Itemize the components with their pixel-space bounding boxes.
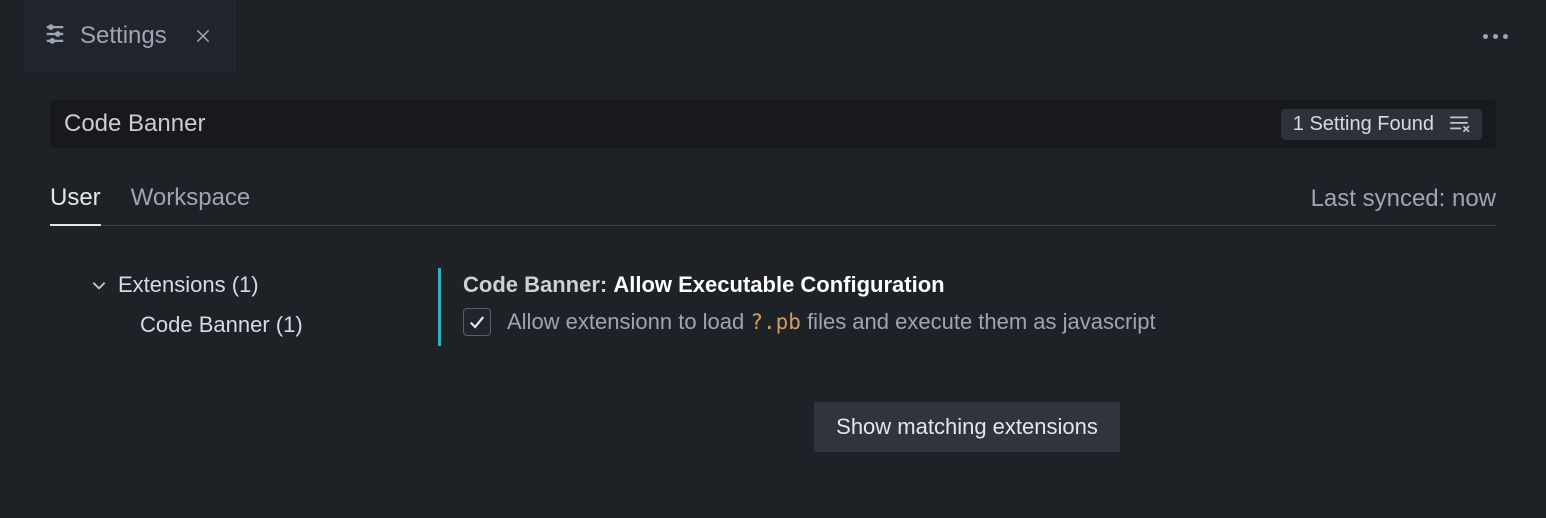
settings-content: 1 Setting Found User Workspace Last sync…	[0, 72, 1546, 452]
settings-list-icon	[44, 23, 66, 50]
setting-checkbox[interactable]	[463, 308, 491, 336]
tree-label: Extensions (1)	[118, 272, 259, 298]
scope-row: User Workspace Last synced: now	[50, 184, 1496, 226]
setting-description: Allow extensionn to load ?.pb files and …	[507, 309, 1156, 335]
close-icon[interactable]	[189, 22, 217, 50]
setting-title: Code Banner: Allow Executable Configurat…	[463, 272, 1496, 298]
settings-search-input[interactable]	[64, 110, 1281, 138]
check-icon	[467, 312, 487, 332]
scope-tab-workspace[interactable]: Workspace	[131, 184, 251, 225]
sync-status: Last synced: now	[1311, 185, 1496, 225]
tree-item-code-banner[interactable]: Code Banner (1)	[90, 302, 438, 344]
show-matching-extensions-button[interactable]: Show matching extensions	[814, 402, 1120, 452]
setting-item: Code Banner: Allow Executable Configurat…	[438, 268, 1496, 346]
code-token: ?.pb	[750, 310, 801, 334]
tree-item-extensions[interactable]: Extensions (1)	[90, 268, 438, 302]
results-badge: 1 Setting Found	[1281, 109, 1482, 140]
settings-tab[interactable]: Settings	[24, 0, 238, 72]
more-actions-icon[interactable]	[1475, 26, 1516, 47]
chevron-down-icon	[90, 276, 108, 294]
tab-bar: Settings	[0, 0, 1546, 72]
results-count: 1 Setting Found	[1293, 113, 1434, 136]
tab-title: Settings	[80, 22, 167, 50]
settings-tree: Extensions (1) Code Banner (1)	[50, 268, 438, 452]
clear-filter-icon[interactable]	[1448, 113, 1470, 135]
search-row: 1 Setting Found	[50, 100, 1496, 148]
settings-list: Code Banner: Allow Executable Configurat…	[438, 268, 1496, 452]
scope-tab-user[interactable]: User	[50, 184, 101, 226]
